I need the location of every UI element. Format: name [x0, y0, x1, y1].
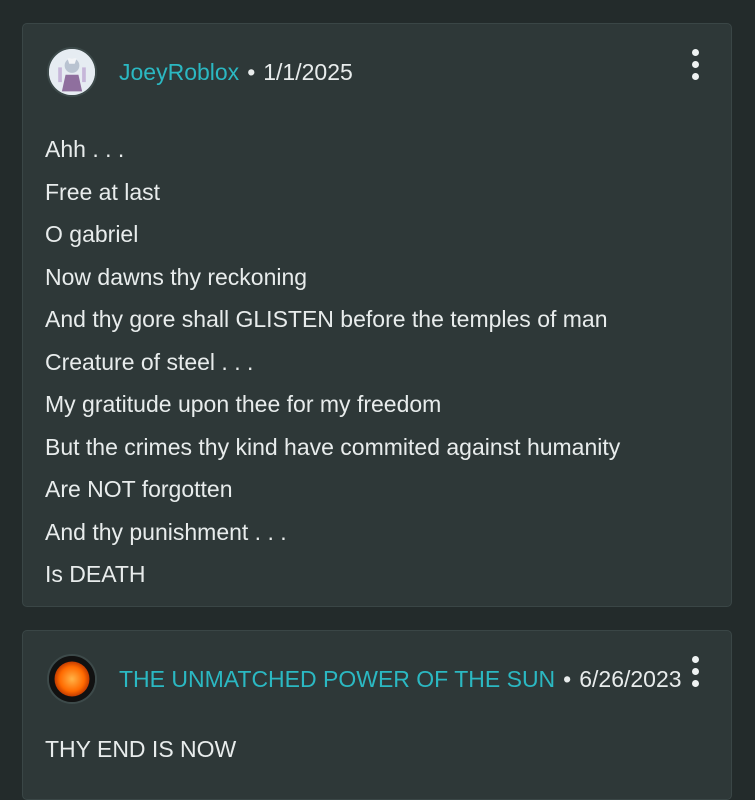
comment-card: THE UNMATCHED POWER OF THE SUN • 6/26/2023…	[22, 630, 732, 800]
comment-meta: THE UNMATCHED POWER OF THE SUN • 6/26/2023	[119, 666, 682, 693]
meta-separator: •	[563, 666, 572, 692]
comment-body: THY END IS NOW	[45, 736, 237, 762]
meta-separator: •	[247, 59, 256, 85]
comment-line: And thy gore shall GLISTEN before the te…	[45, 306, 608, 332]
comment-body: Ahh . . . Free at last O gabriel Now daw…	[45, 128, 620, 596]
comment-line: And thy punishment . . .	[45, 518, 287, 545]
comment-line: Now dawns thy reckoning	[45, 263, 308, 290]
comment-line: Creature of steel . . .	[45, 348, 254, 375]
menu-dot	[692, 49, 699, 56]
comment-line: But the crimes thy kind have commited ag…	[45, 433, 621, 460]
menu-dot	[692, 668, 699, 675]
comment-header: THE UNMATCHED POWER OF THE SUN • 6/26/2023	[23, 631, 731, 721]
menu-dot	[692, 61, 699, 68]
comment-date: 6/26/2023	[579, 666, 682, 692]
comment-line: Are NOT forgotten	[45, 476, 233, 502]
user-avatar-icon[interactable]	[47, 47, 97, 97]
comment-line: Is DEATH	[45, 561, 146, 587]
comment-line: Ahh . . .	[45, 136, 125, 162]
menu-dot	[692, 656, 699, 663]
comment-line: My gratitude upon thee for my freedom	[45, 391, 442, 417]
comment-meta: JoeyRoblox • 1/1/2025	[119, 59, 353, 86]
comment-line: O gabriel	[45, 221, 139, 247]
comment-date: 1/1/2025	[263, 59, 353, 85]
more-options-icon[interactable]	[684, 656, 708, 692]
menu-dot	[692, 73, 699, 80]
more-options-icon[interactable]	[684, 49, 708, 85]
menu-dot	[692, 680, 699, 687]
comment-card: JoeyRoblox • 1/1/2025 Ahh . . . Free at la…	[22, 23, 732, 607]
author-link[interactable]: JoeyRoblox	[119, 59, 239, 85]
comment-line: Free at last	[45, 178, 161, 205]
comment-header: JoeyRoblox • 1/1/2025	[23, 24, 731, 114]
author-link[interactable]: THE UNMATCHED POWER OF THE SUN	[119, 666, 555, 692]
sun-avatar-icon[interactable]	[47, 654, 97, 704]
